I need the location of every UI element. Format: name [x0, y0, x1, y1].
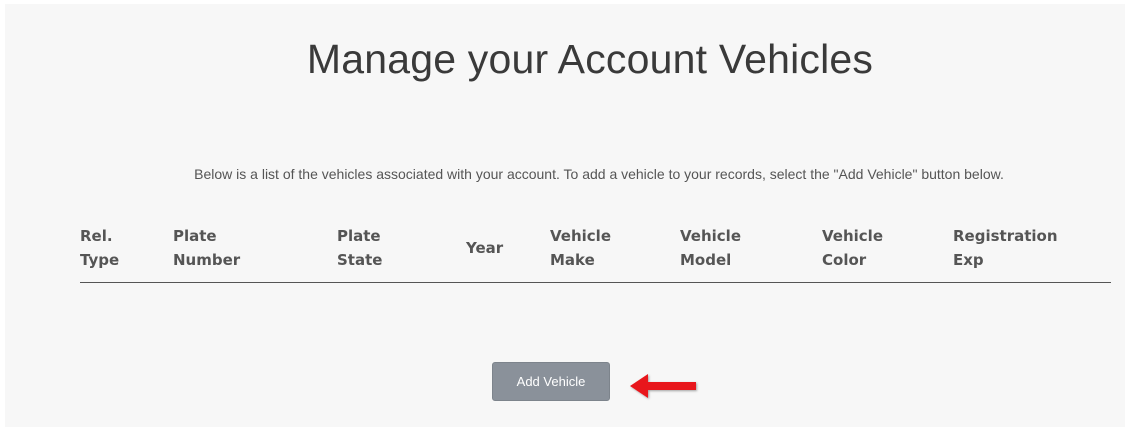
- column-header-line: Type: [80, 251, 120, 269]
- column-header-line: Plate: [173, 227, 217, 245]
- column-header-line: Year: [466, 239, 504, 257]
- column-header-line: Vehicle: [550, 227, 611, 245]
- left-arrow-icon: [630, 374, 696, 398]
- column-header-line: Vehicle: [680, 227, 741, 245]
- add-vehicle-button[interactable]: Add Vehicle: [492, 362, 610, 401]
- column-header-line: Model: [680, 251, 732, 269]
- intro-text: Below is a list of the vehicles associat…: [194, 166, 1004, 182]
- column-header-vehicle-model: Vehicle Model: [680, 220, 822, 283]
- column-header-line: State: [337, 251, 383, 269]
- column-header-rel-type: Rel. Type: [80, 220, 173, 283]
- page: Manage your Account Vehicles Below is a …: [0, 0, 1130, 431]
- column-header-registration-exp: Registration Exp: [953, 220, 1111, 283]
- column-header-line: Vehicle: [822, 227, 883, 245]
- column-header-line: Make: [550, 251, 595, 269]
- column-header-line: Registration: [953, 227, 1058, 245]
- column-header-vehicle-make: Vehicle Make: [550, 220, 680, 283]
- column-header-line: Color: [822, 251, 867, 269]
- column-header-line: Rel.: [80, 227, 113, 245]
- column-header-line: Plate: [337, 227, 381, 245]
- arrow-shape: [630, 374, 696, 398]
- column-header-year: Year: [466, 220, 550, 283]
- table-header-row: Rel. Type Plate Number Plate State Year …: [80, 220, 1111, 283]
- column-header-line: Exp: [953, 251, 984, 269]
- column-header-vehicle-color: Vehicle Color: [822, 220, 953, 283]
- column-header-plate-state: Plate State: [337, 220, 466, 283]
- page-title: Manage your Account Vehicles: [306, 36, 874, 82]
- column-header-line: Number: [173, 251, 241, 269]
- column-header-plate-number: Plate Number: [173, 220, 337, 283]
- vehicles-table: Rel. Type Plate Number Plate State Year …: [80, 220, 1111, 283]
